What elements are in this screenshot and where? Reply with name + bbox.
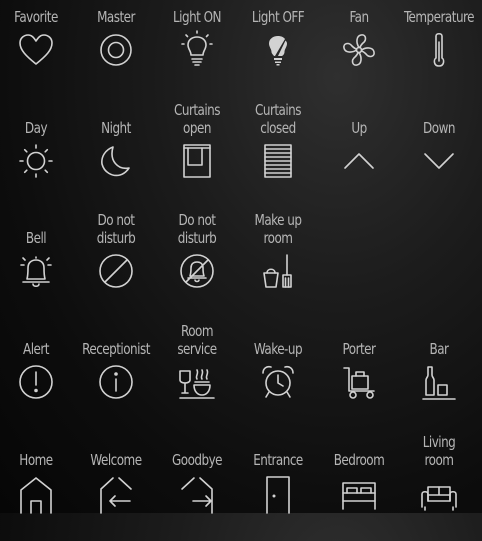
- tile-label: Light OFF: [251, 8, 305, 26]
- curtains-closed-icon: [258, 141, 298, 181]
- tile-label: Welcome: [90, 451, 142, 469]
- tile-label: Bedroom: [333, 451, 385, 469]
- tile-down[interactable]: Down: [399, 99, 479, 209]
- heart-icon: [16, 30, 56, 70]
- bulb-on-icon: [177, 30, 217, 70]
- sun-icon: [16, 141, 56, 181]
- tile-living-room[interactable]: Living room: [399, 431, 479, 541]
- tile-light-off[interactable]: Light OFF: [238, 0, 318, 98]
- tile-label: Bell: [25, 229, 47, 247]
- tile-label: Curtains closed: [254, 101, 302, 137]
- tile-wake-up[interactable]: Wake-up: [238, 320, 318, 430]
- tile-label: Do not disturb: [177, 211, 217, 247]
- tile-label: Light ON: [172, 8, 222, 26]
- tile-entrance[interactable]: Entrance: [238, 431, 318, 541]
- bell-icon: [16, 251, 56, 291]
- make-up-room-icon: [258, 251, 298, 291]
- tile-curtains-closed[interactable]: Curtains closed: [238, 99, 318, 209]
- sofa-icon: [419, 473, 459, 513]
- tile-master[interactable]: Master: [76, 0, 156, 98]
- tile-label: Down: [423, 119, 455, 137]
- tile-day[interactable]: Day: [0, 99, 76, 209]
- tile-do-not-disturb[interactable]: Do not disturb: [157, 209, 237, 319]
- tile-label: Living room: [422, 433, 456, 469]
- bell-off-icon: [177, 251, 217, 291]
- tile-label: Night: [101, 119, 131, 137]
- bar-bottle-icon: [419, 362, 459, 402]
- do-not-disturb-icon: [96, 251, 136, 291]
- tile-home[interactable]: Home: [0, 431, 76, 541]
- tile-label: Day: [24, 119, 48, 137]
- bulb-off-icon: [258, 30, 298, 70]
- tile-label: Bar: [429, 340, 449, 358]
- tile-night[interactable]: Night: [76, 99, 156, 209]
- fan-icon: [339, 30, 379, 70]
- tile-welcome[interactable]: Welcome: [76, 431, 156, 541]
- tile-do-not-disturb[interactable]: Do not disturb: [76, 209, 156, 319]
- tile-label: Curtains open: [173, 101, 221, 137]
- chevron-down-icon: [419, 141, 459, 181]
- tile-label: Goodbye: [171, 451, 223, 469]
- tile-temperature[interactable]: Temperature: [399, 0, 479, 98]
- icon-grid: Favorite Master Light ON Light OFF Fan Temper…: [0, 0, 482, 514]
- room-service-icon: [177, 362, 217, 402]
- tile-curtains-open[interactable]: Curtains open: [157, 99, 237, 209]
- tile-bell[interactable]: Bell: [0, 209, 76, 319]
- tile-porter[interactable]: Porter: [319, 320, 399, 430]
- goodbye-icon: [177, 473, 217, 514]
- tile-label: Room service: [177, 322, 217, 358]
- bed-icon: [339, 473, 379, 513]
- tile-label: Receptionist: [82, 340, 150, 358]
- home-icon: [16, 473, 56, 514]
- tile-label: Temperature: [403, 8, 475, 26]
- tile-label: Make up room: [254, 211, 302, 247]
- tile-label: Porter: [342, 340, 376, 358]
- tile-up[interactable]: Up: [319, 99, 399, 209]
- tile-label: Fan: [349, 8, 369, 26]
- tile-label: Master: [97, 8, 135, 26]
- tile-label: Wake-up: [253, 340, 303, 358]
- tile-light-on[interactable]: Light ON: [157, 0, 237, 98]
- master-ring-icon: [96, 30, 136, 70]
- tile-bedroom[interactable]: Bedroom: [319, 431, 399, 541]
- tile-room-service[interactable]: Room service: [157, 320, 237, 430]
- tile-label: Entrance: [253, 451, 303, 469]
- tile-label: Alert: [23, 340, 49, 358]
- moon-icon: [96, 141, 136, 181]
- alert-icon: [16, 362, 56, 402]
- tile-label: Favorite: [14, 8, 58, 26]
- thermometer-icon: [419, 30, 459, 70]
- luggage-cart-icon: [339, 362, 379, 402]
- tile-favorite[interactable]: Favorite: [0, 0, 76, 98]
- tile-make-up-room[interactable]: Make up room: [238, 209, 318, 319]
- chevron-up-icon: [339, 141, 379, 181]
- tile-bar[interactable]: Bar: [399, 320, 479, 430]
- tile-fan[interactable]: Fan: [319, 0, 399, 98]
- tile-goodbye[interactable]: Goodbye: [157, 431, 237, 541]
- tile-label: Up: [351, 119, 367, 137]
- welcome-icon: [96, 473, 136, 514]
- curtains-open-icon: [177, 141, 217, 181]
- tile-alert[interactable]: Alert: [0, 320, 76, 430]
- tile-label: Home: [19, 451, 53, 469]
- info-icon: [96, 362, 136, 402]
- tile-label: Do not disturb: [96, 211, 136, 247]
- alarm-clock-icon: [258, 362, 298, 402]
- door-icon: [258, 473, 298, 514]
- tile-receptionist[interactable]: Receptionist: [76, 320, 156, 430]
